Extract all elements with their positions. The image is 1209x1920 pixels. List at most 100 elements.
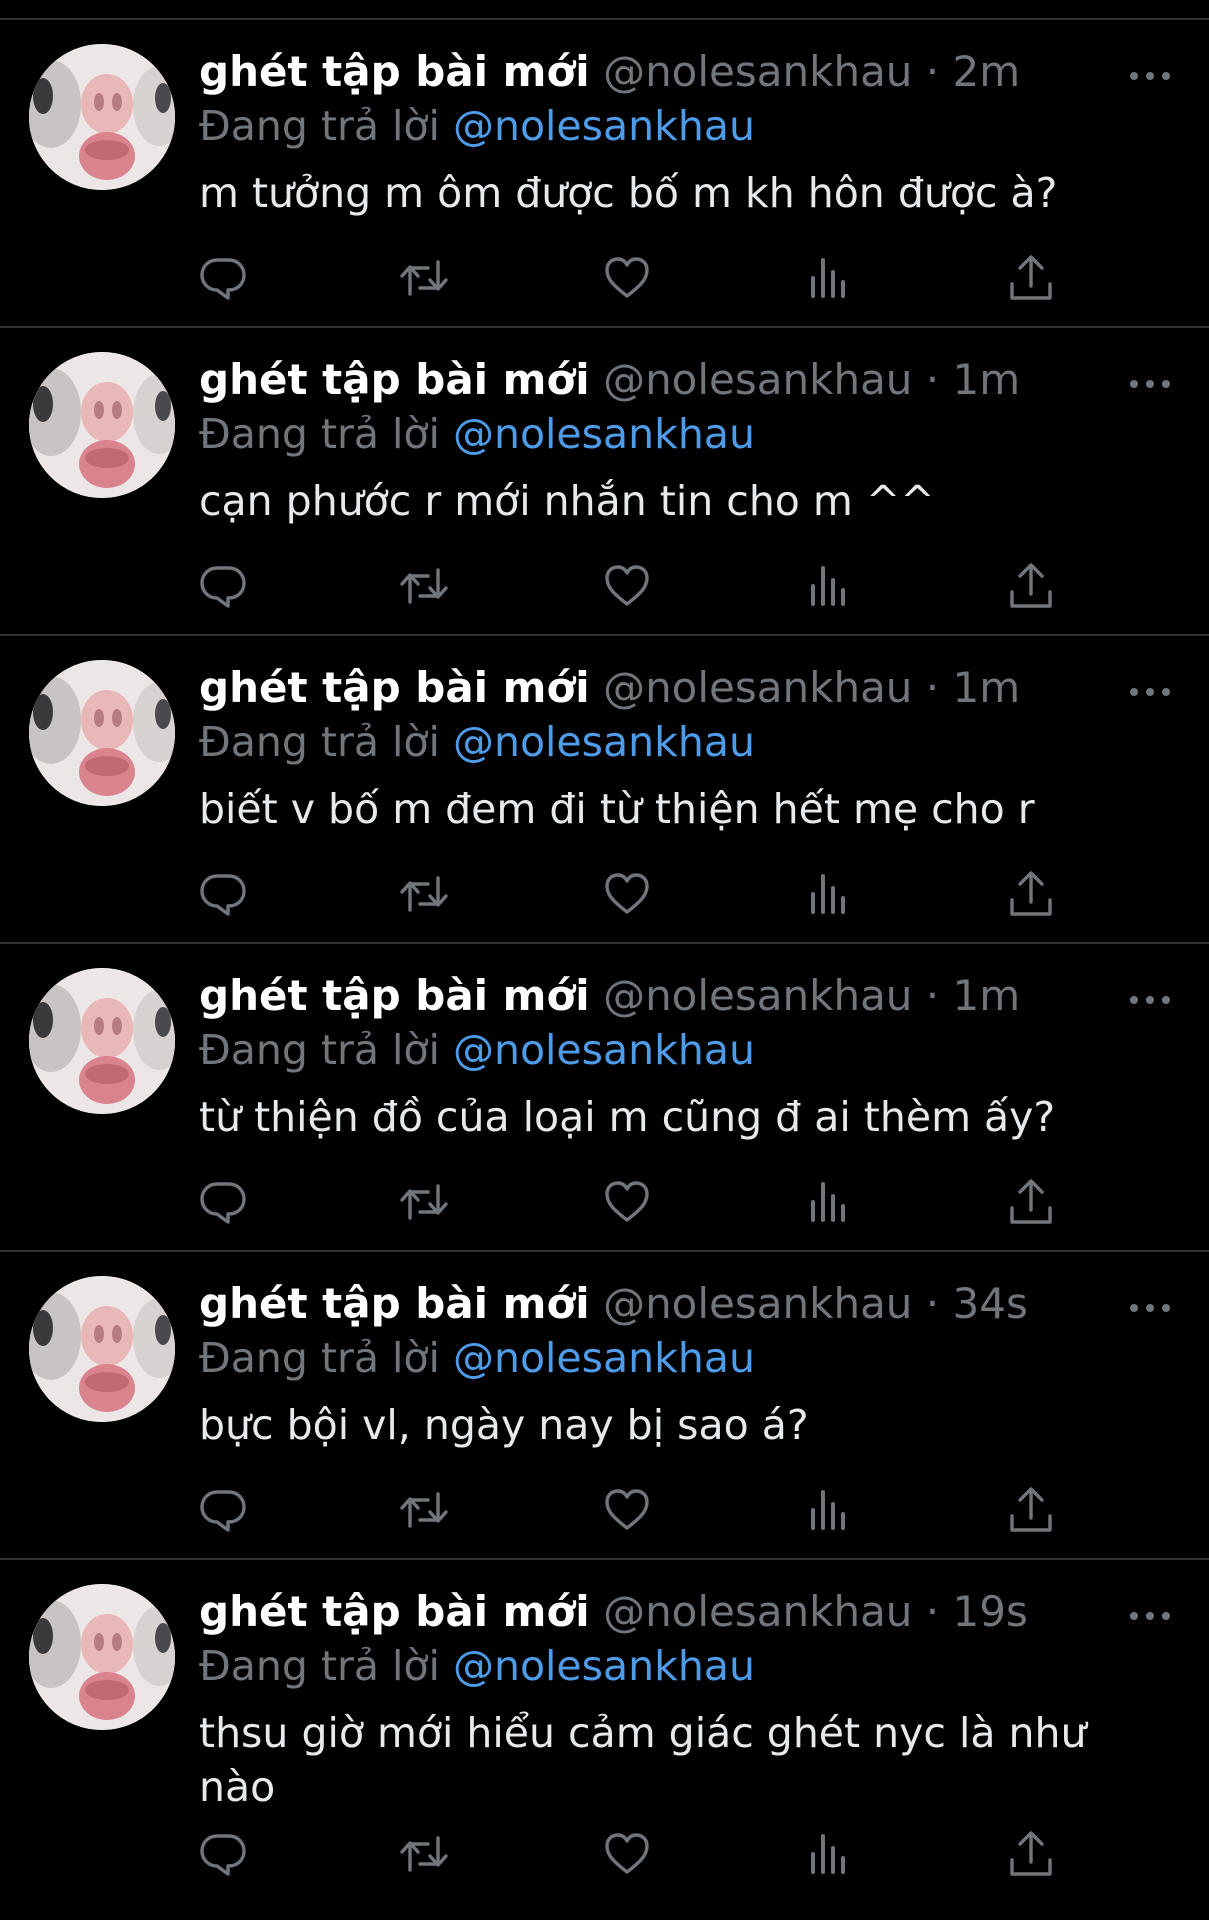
share-button[interactable] (1003, 558, 1059, 614)
reply-button[interactable] (195, 558, 251, 614)
avatar-image (29, 1584, 175, 1730)
retweet-button[interactable] (396, 1482, 452, 1538)
views-button[interactable] (801, 1174, 857, 1230)
share-button[interactable] (1003, 866, 1059, 922)
heart-icon (605, 257, 649, 298)
views-button[interactable] (801, 1826, 857, 1882)
like-button[interactable] (599, 1826, 655, 1882)
views-button[interactable] (801, 866, 857, 922)
timestamp[interactable]: 34s (953, 1279, 1028, 1328)
share-button[interactable] (1003, 250, 1059, 306)
reply-prefix: Đang trả lời (199, 102, 440, 150)
reply-thread: ghét tập bài mới @nolesankhau · 2m Đang … (0, 20, 1209, 1900)
avatar[interactable] (29, 1584, 175, 1730)
reply-icon (200, 258, 246, 300)
replying-to: Đang trả lời @nolesankhau (199, 408, 1099, 460)
share-button[interactable] (1003, 1174, 1059, 1230)
tweet[interactable]: ghét tập bài mới @nolesankhau · 1m Đang … (0, 944, 1209, 1252)
tweet[interactable]: ghét tập bài mới @nolesankhau · 19s Đang… (0, 1560, 1209, 1900)
timestamp[interactable]: 19s (953, 1587, 1028, 1636)
reply-prefix: Đang trả lời (199, 718, 440, 766)
share-button[interactable] (1003, 1482, 1059, 1538)
timestamp[interactable]: 1m (953, 971, 1021, 1020)
replying-to: Đang trả lời @nolesankhau (199, 1024, 1099, 1076)
avatar[interactable] (29, 968, 175, 1114)
more-horizontal-icon (1130, 688, 1170, 696)
reply-mention-link[interactable]: @nolesankhau (453, 410, 755, 458)
reply-button[interactable] (195, 250, 251, 306)
user-handle[interactable]: @nolesankhau (603, 47, 912, 96)
views-button[interactable] (801, 250, 857, 306)
display-name[interactable]: ghét tập bài mới (199, 47, 590, 96)
avatar[interactable] (29, 44, 175, 190)
reply-prefix: Đang trả lời (199, 1334, 440, 1382)
separator-dot: · (925, 1279, 940, 1328)
reply-icon (200, 1834, 246, 1876)
like-button[interactable] (599, 558, 655, 614)
timestamp[interactable]: 1m (953, 663, 1021, 712)
reply-mention-link[interactable]: @nolesankhau (453, 1642, 755, 1690)
tweet[interactable]: ghét tập bài mới @nolesankhau · 1m Đang … (0, 636, 1209, 944)
like-button[interactable] (599, 866, 655, 922)
reply-prefix: Đang trả lời (199, 1026, 440, 1074)
avatar-image (29, 1276, 175, 1422)
user-handle[interactable]: @nolesankhau (603, 1587, 912, 1636)
display-name[interactable]: ghét tập bài mới (199, 1279, 590, 1328)
retweet-button[interactable] (396, 558, 452, 614)
tweet-actions (195, 1826, 1065, 1882)
reply-button[interactable] (195, 1826, 251, 1882)
tweet[interactable]: ghét tập bài mới @nolesankhau · 2m Đang … (0, 20, 1209, 328)
tweet-actions (195, 866, 1065, 922)
more-button[interactable] (1126, 1296, 1174, 1320)
tweet-content: ghét tập bài mới @nolesankhau · 1m Đang … (199, 660, 1099, 836)
reply-mention-link[interactable]: @nolesankhau (453, 1026, 755, 1074)
reply-mention-link[interactable]: @nolesankhau (453, 718, 755, 766)
views-button[interactable] (801, 1482, 857, 1538)
share-icon (1010, 871, 1052, 916)
more-button[interactable] (1126, 1604, 1174, 1628)
avatar[interactable] (29, 660, 175, 806)
retweet-button[interactable] (396, 250, 452, 306)
reply-button[interactable] (195, 866, 251, 922)
timestamp[interactable]: 1m (953, 355, 1021, 404)
replying-to: Đang trả lời @nolesankhau (199, 100, 1099, 152)
like-button[interactable] (599, 1482, 655, 1538)
reply-icon (200, 1182, 246, 1224)
more-button[interactable] (1126, 372, 1174, 396)
retweet-icon (400, 876, 448, 912)
views-button[interactable] (801, 558, 857, 614)
user-handle[interactable]: @nolesankhau (603, 971, 912, 1020)
reply-button[interactable] (195, 1482, 251, 1538)
more-button[interactable] (1126, 988, 1174, 1012)
heart-icon (605, 1833, 649, 1874)
timestamp[interactable]: 2m (953, 47, 1021, 96)
user-handle[interactable]: @nolesankhau (603, 355, 912, 404)
retweet-button[interactable] (396, 1826, 452, 1882)
retweet-button[interactable] (396, 866, 452, 922)
reply-button[interactable] (195, 1174, 251, 1230)
avatar[interactable] (29, 352, 175, 498)
display-name[interactable]: ghét tập bài mới (199, 355, 590, 404)
display-name[interactable]: ghét tập bài mới (199, 971, 590, 1020)
more-button[interactable] (1126, 64, 1174, 88)
more-horizontal-icon (1130, 996, 1170, 1004)
tweet-header: ghét tập bài mới @nolesankhau · 1m (199, 968, 1099, 1024)
more-button[interactable] (1126, 680, 1174, 704)
user-handle[interactable]: @nolesankhau (603, 663, 912, 712)
like-button[interactable] (599, 250, 655, 306)
like-button[interactable] (599, 1174, 655, 1230)
user-handle[interactable]: @nolesankhau (603, 1279, 912, 1328)
reply-mention-link[interactable]: @nolesankhau (453, 102, 755, 150)
display-name[interactable]: ghét tập bài mới (199, 663, 590, 712)
separator-dot: · (925, 1587, 940, 1636)
retweet-button[interactable] (396, 1174, 452, 1230)
avatar[interactable] (29, 1276, 175, 1422)
share-button[interactable] (1003, 1826, 1059, 1882)
separator-dot: · (925, 971, 940, 1020)
tweet-actions (195, 1174, 1065, 1230)
tweet[interactable]: ghét tập bài mới @nolesankhau · 34s Đang… (0, 1252, 1209, 1560)
tweet[interactable]: ghét tập bài mới @nolesankhau · 1m Đang … (0, 328, 1209, 636)
separator-dot: · (925, 47, 940, 96)
reply-mention-link[interactable]: @nolesankhau (453, 1334, 755, 1382)
display-name[interactable]: ghét tập bài mới (199, 1587, 590, 1636)
